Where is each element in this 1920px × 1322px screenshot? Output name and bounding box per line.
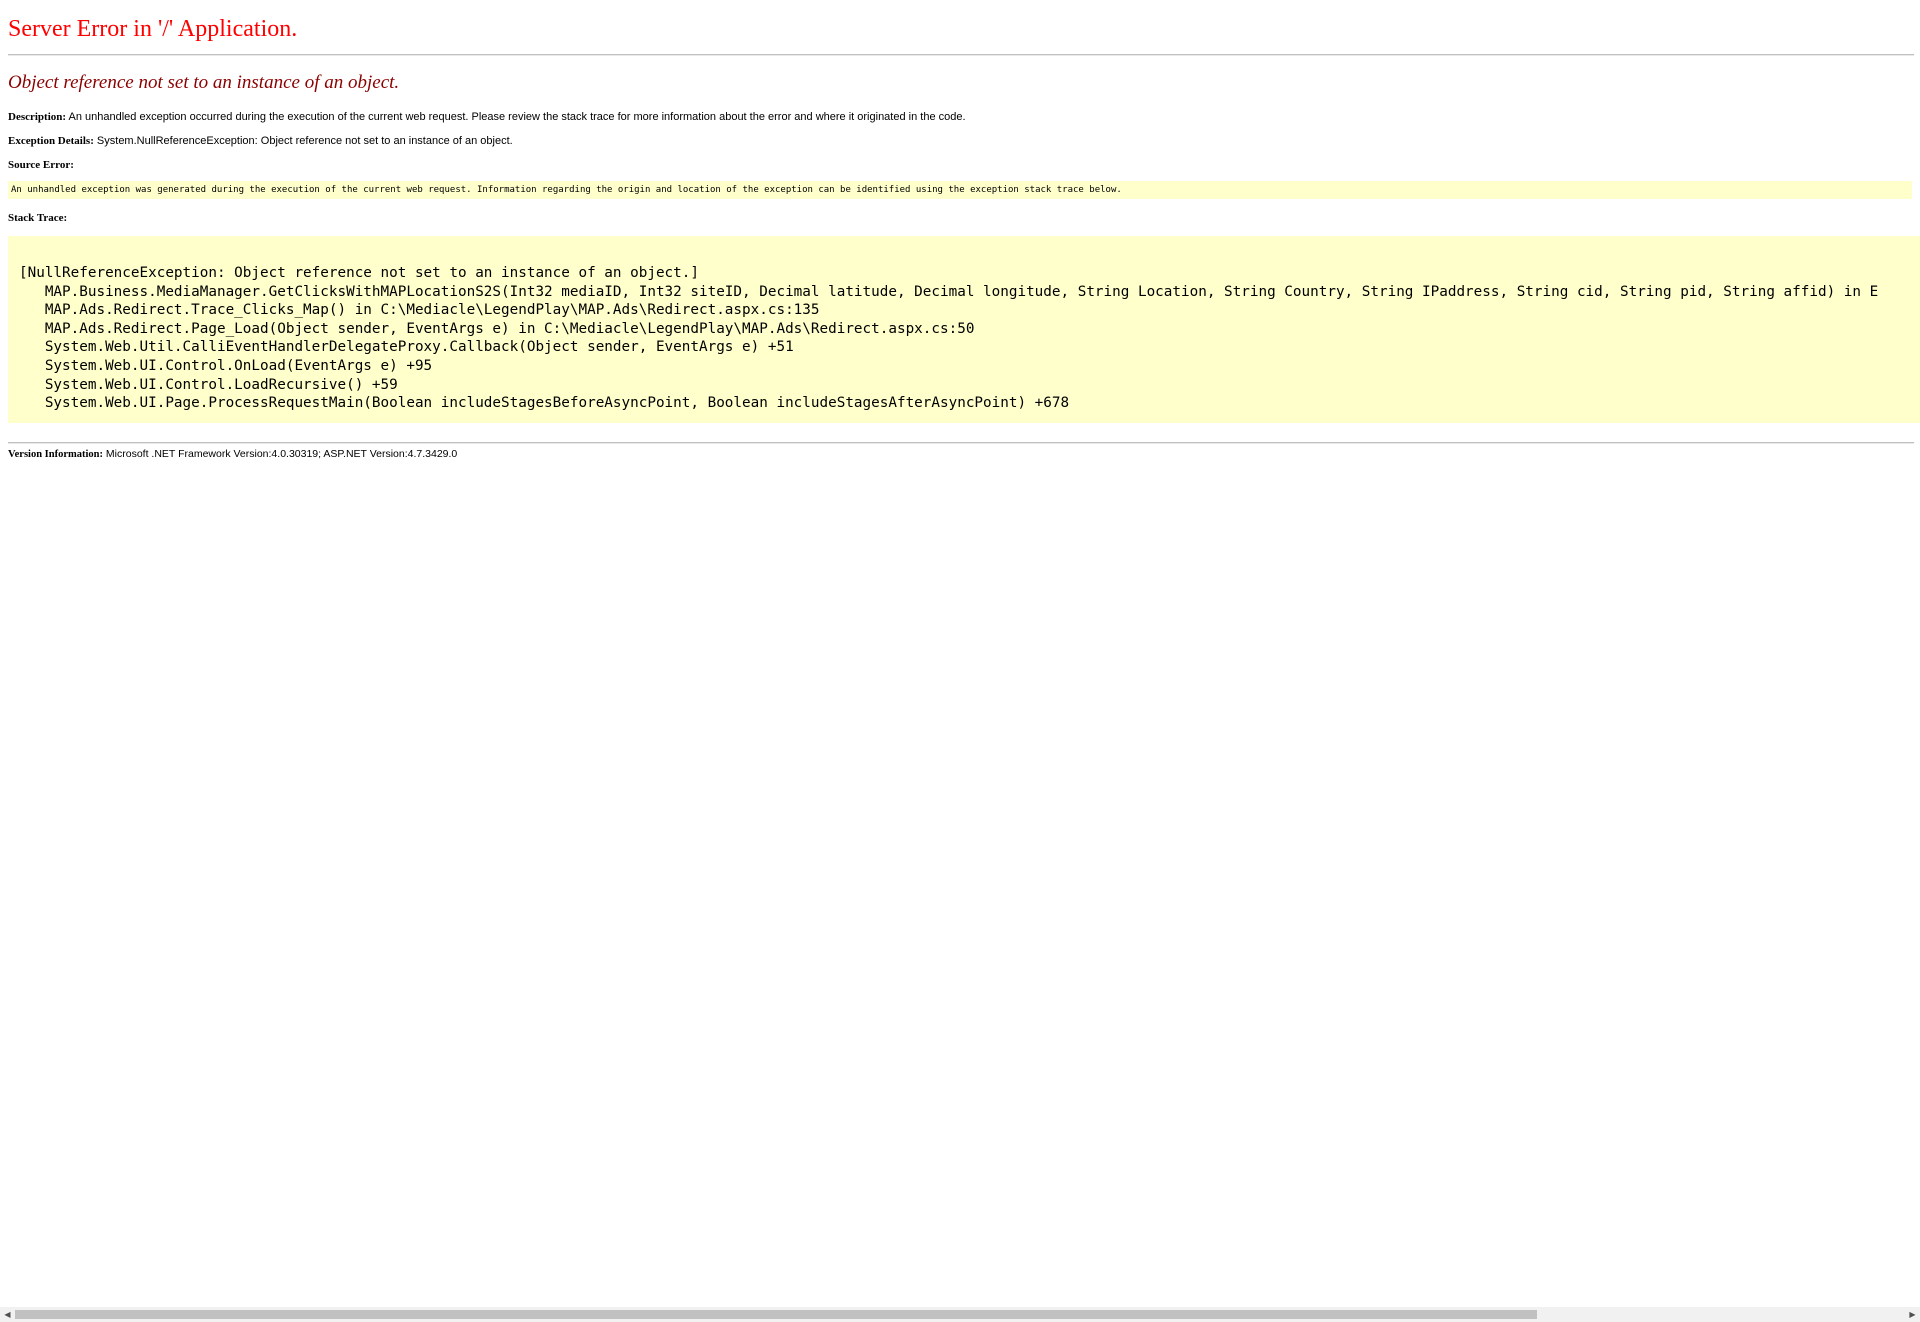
caret-left-icon[interactable]: ◀ [0, 1307, 15, 1322]
stack-trace-line: System.Web.UI.Page.ProcessRequestMain(Bo… [19, 395, 1070, 412]
horizontal-scrollbar[interactable]: ◀ ▶ [0, 1307, 1920, 1322]
exception-details-label: Exception Details: [8, 135, 94, 147]
footer-divider [8, 442, 1914, 444]
version-info-label: Version Information: [8, 449, 103, 460]
description-text: An unhandled exception occurred during t… [68, 111, 966, 123]
stack-trace-line: [NullReferenceException: Object referenc… [19, 265, 699, 281]
stack-trace-row: Stack Trace: [8, 211, 67, 225]
source-error-box: An unhandled exception was generated dur… [8, 181, 1912, 199]
stack-trace-line: System.Web.UI.Control.LoadRecursive() +5… [19, 376, 398, 393]
version-info-text: Microsoft .NET Framework Version:4.0.303… [105, 448, 458, 460]
source-error-row: Source Error: [8, 158, 74, 172]
caret-right-icon[interactable]: ▶ [1905, 1307, 1920, 1322]
exception-details-text: System.NullReferenceException: Object re… [96, 135, 513, 147]
description-row: Description: An unhandled exception occu… [8, 110, 966, 124]
source-error-label: Source Error: [8, 159, 74, 171]
stack-trace-line: MAP.Business.MediaManager.GetClicksWithM… [19, 283, 1879, 300]
stack-trace-line: System.Web.Util.CalliEventHandlerDelegat… [19, 339, 794, 356]
description-label: Description: [8, 111, 67, 123]
version-info-row: Version Information: Microsoft .NET Fram… [8, 447, 457, 462]
error-page: Server Error in '/' Application. Object … [0, 0, 1920, 1307]
stack-trace-line: MAP.Ads.Redirect.Trace_Clicks_Map() in C… [19, 302, 820, 319]
source-error-text: An unhandled exception was generated dur… [11, 185, 1122, 195]
title-divider [8, 54, 1914, 56]
stack-trace-line: System.Web.UI.Control.OnLoad(EventArgs e… [19, 357, 433, 374]
stack-trace-line: MAP.Ads.Redirect.Page_Load(Object sender… [19, 320, 975, 337]
page-title: Server Error in '/' Application. [8, 16, 298, 42]
scrollbar-thumb[interactable] [15, 1310, 1537, 1319]
stack-trace-box: [NullReferenceException: Object referenc… [8, 236, 1920, 423]
exception-details-row: Exception Details: System.NullReferenceE… [8, 134, 513, 148]
stack-trace-label: Stack Trace: [8, 212, 68, 224]
stack-trace-text: [NullReferenceException: Object referenc… [19, 264, 1878, 413]
error-message: Object reference not set to an instance … [8, 72, 400, 93]
